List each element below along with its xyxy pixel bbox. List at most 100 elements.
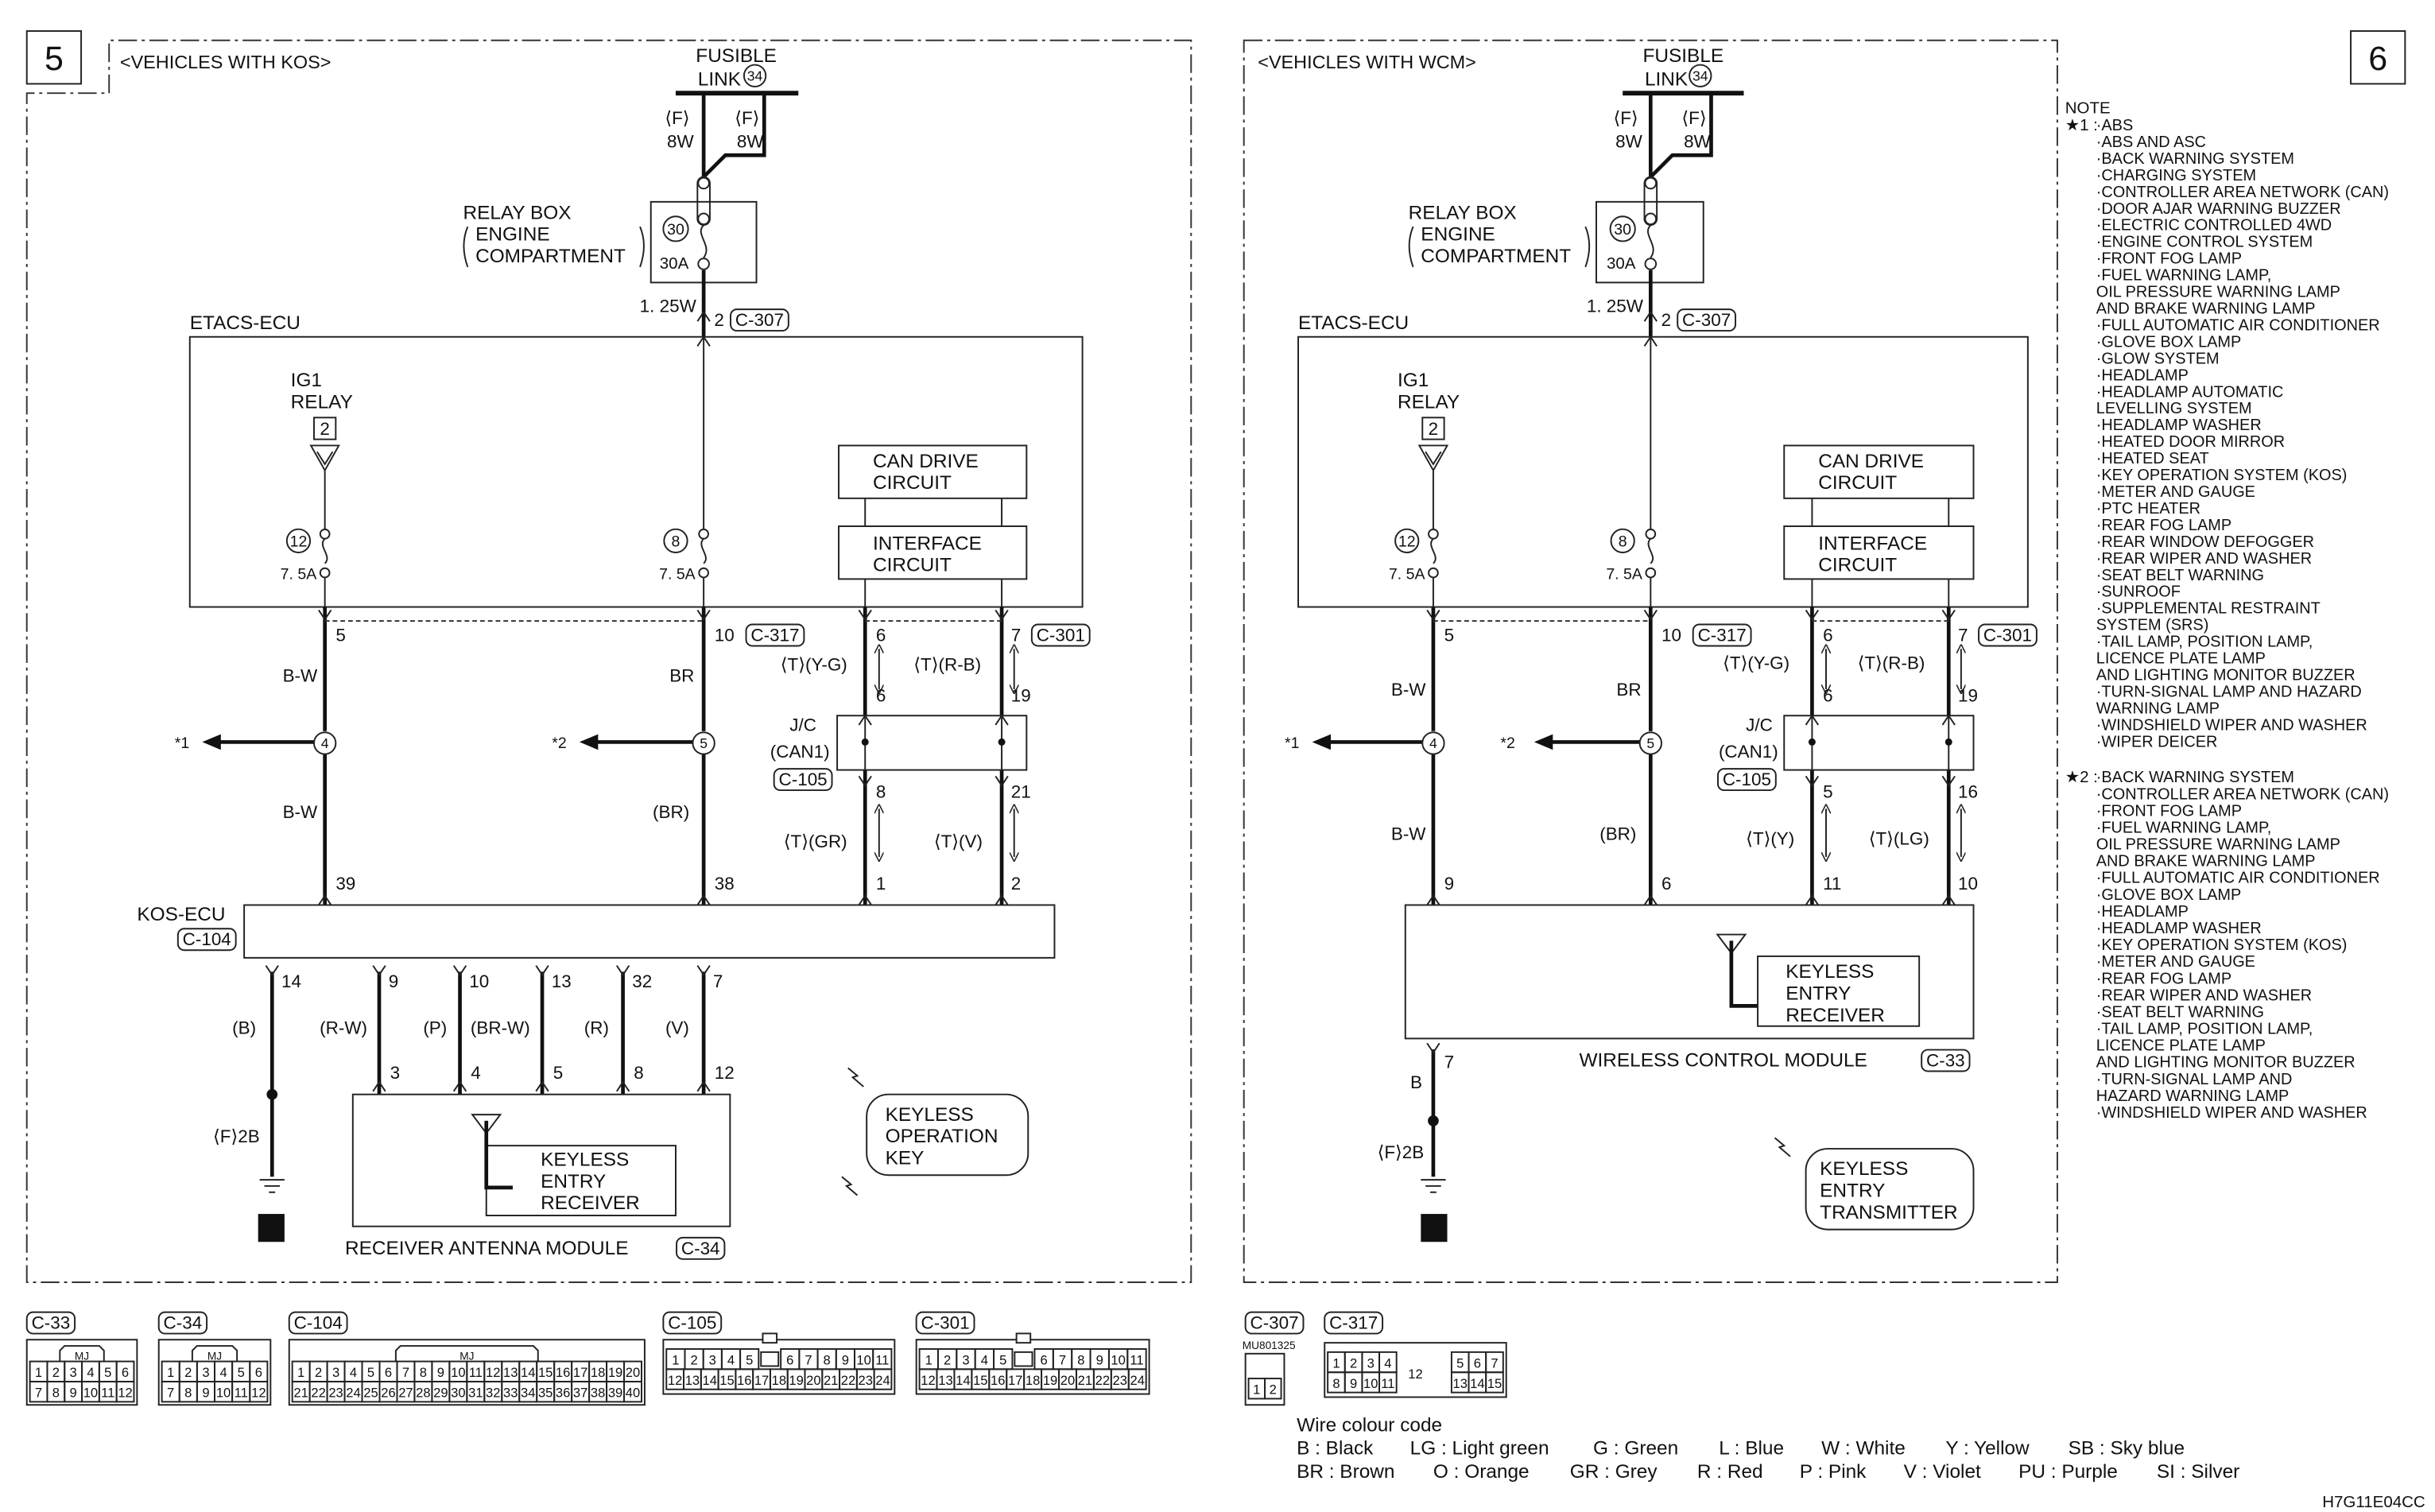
- note-item: ·SEAT BELT WARNING: [2096, 1003, 2264, 1021]
- connector-pin: 23: [328, 1385, 343, 1400]
- colour-code-entry: GR : Grey: [1570, 1461, 1658, 1483]
- output-pin-number: 7: [713, 971, 723, 991]
- right-relay_box-fuse_number: 30: [1614, 221, 1631, 238]
- terminal: [697, 212, 710, 226]
- note-item: ·TURN-SIGNAL LAMP AND: [2096, 1071, 2293, 1088]
- output-pin-number: 32: [632, 971, 652, 991]
- connector-pin: 24: [1130, 1373, 1144, 1388]
- right-etacs_pins-can_h: 6: [1823, 625, 1832, 645]
- connector-cavity: [760, 1351, 780, 1367]
- connector-pin: 2: [690, 1352, 697, 1367]
- left-etacs_pins-can_l: 7: [1011, 625, 1021, 645]
- connector-pin: 16: [991, 1373, 1005, 1388]
- connector-pin: 22: [311, 1385, 325, 1400]
- note-item: ·TAIL LAMP, POSITION LAMP,: [2096, 634, 2313, 651]
- terminal: [1428, 567, 1439, 579]
- right-can_upper-h_pin: 6: [1823, 686, 1832, 706]
- connector-pin: 26: [381, 1385, 395, 1400]
- right-ground-pin_wire: B: [1410, 1072, 1422, 1092]
- connector-pin: 11: [1130, 1352, 1143, 1367]
- left-key-2: KEY: [886, 1148, 925, 1169]
- right-supply_pin: 2: [1661, 310, 1671, 330]
- colour-code-entry: LG : Light green: [1410, 1438, 1549, 1460]
- junction-dot: [266, 1088, 278, 1100]
- connector-pin: 7: [805, 1352, 812, 1367]
- left-wire_ig1_lower: B-W: [283, 802, 318, 822]
- connector-pin: 8: [184, 1385, 192, 1400]
- colour-code-entry: PU : Purple: [2018, 1461, 2118, 1483]
- right-can_lower-h: ⟨T⟩(Y): [1746, 828, 1794, 848]
- connector-pin: 1: [167, 1365, 174, 1380]
- connector-pin: 19: [789, 1373, 803, 1388]
- connector-pin: 10: [856, 1352, 870, 1367]
- connector-pin: 16: [556, 1365, 570, 1380]
- connector-pin: 11: [235, 1385, 248, 1400]
- left-supply_connector: C-307: [735, 310, 784, 330]
- connector-pin: 11: [101, 1385, 114, 1400]
- connector-pin: 9: [842, 1352, 849, 1367]
- left-interface-line2: CIRCUIT: [873, 555, 952, 576]
- connector-pin: 22: [1095, 1373, 1110, 1388]
- figure-code: H7G11E04CC: [2322, 1493, 2425, 1511]
- right-ecu_pins-can_l: 10: [1958, 874, 1978, 894]
- output-wire-colour: (BR-W): [471, 1018, 530, 1038]
- connector-pin: 24: [346, 1385, 360, 1400]
- wire_colour_code-title: Wire colour code: [1297, 1414, 1442, 1436]
- connector-pin: 18: [591, 1365, 605, 1380]
- note-item: OIL PRESSURE WARNING LAMP: [2096, 284, 2340, 301]
- connector-pin: 7: [402, 1365, 409, 1380]
- note-item: ·HEATED SEAT: [2096, 450, 2209, 467]
- connector-header: MJ: [75, 1351, 89, 1363]
- connector-pin: 27: [398, 1385, 413, 1400]
- note-item: ·KEY OPERATION SYSTEM (KOS): [2096, 467, 2348, 484]
- ig1-relay-icon: [1417, 444, 1449, 472]
- note-item: ·KEY OPERATION SYSTEM (KOS): [2096, 936, 2348, 954]
- terminal: [697, 258, 710, 270]
- note-item: ·REAR FOG LAMP: [2096, 517, 2231, 534]
- left-ground-number: 2: [266, 1217, 278, 1242]
- right-module-name: WIRELESS CONTROL MODULE: [1579, 1050, 1867, 1072]
- right-module-receiver-2: RECEIVER: [1786, 1005, 1885, 1026]
- right-can_upper-h: ⟨T⟩(Y-G): [1723, 653, 1789, 673]
- connector-pin: 29: [433, 1385, 448, 1400]
- connector-pin: 25: [363, 1385, 378, 1400]
- right-wire_batt_upper: BR: [1616, 680, 1641, 700]
- left-jc-line2: (CAN1): [770, 742, 830, 762]
- terminal: [319, 528, 331, 540]
- connector-pin: 9: [70, 1385, 77, 1400]
- connector-name: C-33: [32, 1313, 71, 1333]
- connector-pin: 10: [451, 1365, 465, 1380]
- connector-pin: 5: [367, 1365, 374, 1380]
- wiring-diagram: 5 <VEHICLES WITH KOS> FUSIBLELINK 34⟨F⟩8W⟨F…: [25, 30, 2425, 1511]
- connector-pin: 7: [1059, 1352, 1066, 1367]
- right-relay_box-line2: ENGINE: [1421, 224, 1495, 246]
- connector-pin: 1: [1253, 1382, 1260, 1398]
- colour-code-entry: BR : Brown: [1297, 1461, 1394, 1483]
- note-item: ·HEADLAMP: [2096, 903, 2189, 921]
- note-item: ·HEADLAMP: [2096, 366, 2189, 384]
- note-item: OIL PRESSURE WARNING LAMP: [2096, 836, 2340, 854]
- connector-pin: 28: [416, 1385, 430, 1400]
- right-transmitter-2: TRANSMITTER: [1820, 1202, 1957, 1223]
- right-fuse_wires-1-connector: ⟨F⟩: [1681, 108, 1706, 128]
- connector-diagrams: C-33MJ1 2 3 4 5 67 8 9 10 11 12C-34MJ1 2 3 4 5 67 8 9 10 11…: [25, 1311, 1507, 1406]
- note-list: NOTE★1 :·ABS·ABS AND ASC·BACK WARNING SY…: [2065, 99, 2389, 1122]
- left-can_upper-l: ⟨T⟩(R-B): [913, 655, 981, 675]
- note-item: AND LIGHTING MONITOR BUZZER: [2096, 666, 2356, 684]
- colour-code-entry: B : Black: [1297, 1438, 1374, 1460]
- connector-name: C-317: [1329, 1313, 1378, 1333]
- connector-pin: 21: [293, 1385, 308, 1400]
- note-item: ·ABS: [2096, 117, 2133, 134]
- left-etacs_pins-ig1: 5: [335, 625, 345, 645]
- connector-pin: 14: [702, 1373, 716, 1388]
- left-fuse_b-number: 8: [672, 533, 680, 550]
- right-relay_box-line1: RELAY BOX: [1409, 202, 1517, 223]
- connector-pin: 9: [1096, 1352, 1103, 1367]
- left-relay_box-line1: RELAY BOX: [463, 202, 571, 223]
- module-pin-number: 8: [634, 1063, 643, 1083]
- connector-pin: 8: [420, 1365, 427, 1380]
- connector-pin: 24: [875, 1373, 890, 1388]
- connector-pin: 4: [1384, 1355, 1391, 1370]
- connector-pin: 20: [806, 1373, 820, 1388]
- left-can_lower-h_pin: 8: [876, 782, 886, 802]
